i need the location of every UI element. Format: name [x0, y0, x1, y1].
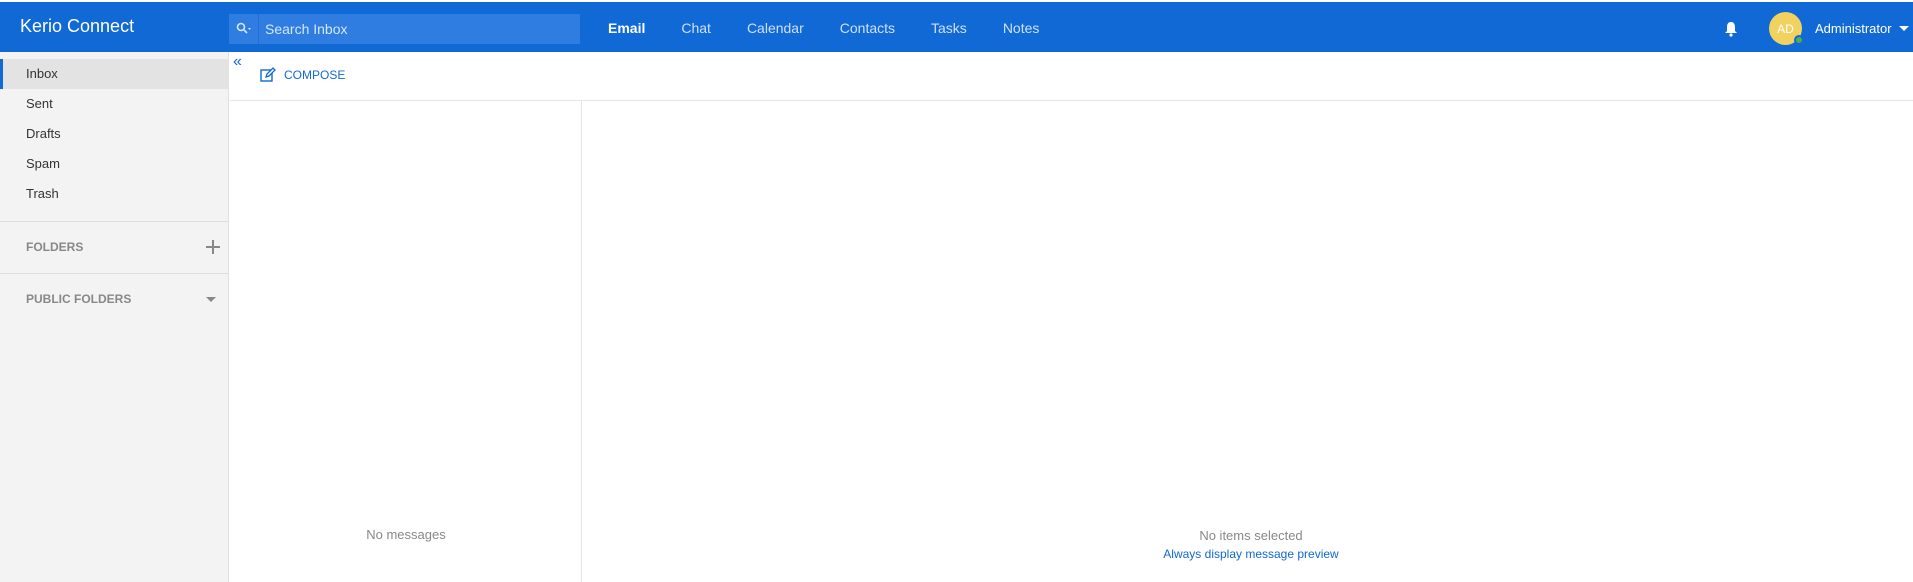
compose-button[interactable]: COMPOSE [260, 67, 345, 83]
compose-icon [260, 67, 276, 82]
avatar[interactable]: AD [1769, 12, 1804, 45]
user-name: Administrator [1815, 21, 1892, 36]
nav-calendar[interactable]: Calendar [747, 20, 804, 36]
sidebar-item-trash[interactable]: Trash [0, 179, 228, 209]
public-folders-section[interactable]: PUBLIC FOLDERS [0, 273, 228, 324]
user-menu[interactable]: Administrator [1815, 21, 1909, 36]
empty-message-list-text: No messages [366, 527, 446, 542]
search-box[interactable] [229, 14, 580, 44]
public-folders-heading: PUBLIC FOLDERS [26, 292, 132, 306]
mail-folders: Inbox Sent Drafts Spam Trash [0, 52, 228, 209]
app-title: Kerio Connect [20, 16, 135, 36]
chevron-down-icon[interactable] [206, 297, 216, 302]
folders-section: FOLDERS [0, 222, 228, 273]
compose-label: COMPOSE [284, 68, 346, 82]
add-folder-icon[interactable] [206, 240, 220, 254]
search-icon[interactable] [229, 14, 259, 44]
sidebar-item-spam[interactable]: Spam [0, 149, 228, 179]
toolbar: COMPOSE [230, 52, 1913, 101]
nav-tasks[interactable]: Tasks [931, 20, 967, 36]
bell-icon[interactable] [1724, 21, 1738, 37]
nav-notes[interactable]: Notes [1003, 20, 1040, 36]
always-display-preview-link[interactable]: Always display message preview [582, 547, 1913, 561]
preview-pane: No items selected Always display message… [582, 101, 1913, 582]
avatar-initials: AD [1777, 21, 1794, 36]
collapse-sidebar-icon[interactable]: « [233, 53, 242, 71]
folders-heading: FOLDERS [26, 240, 84, 254]
top-bar: Kerio Connect Email Chat Calendar Contac… [0, 0, 1913, 52]
online-status-icon [1794, 35, 1804, 45]
chevron-down-icon [1898, 26, 1909, 31]
search-input[interactable] [259, 14, 580, 44]
message-list: No messages [230, 101, 582, 582]
sidebar-item-sent[interactable]: Sent [0, 89, 228, 119]
nav-contacts[interactable]: Contacts [840, 20, 895, 36]
nav-email[interactable]: Email [608, 20, 645, 36]
sidebar: Inbox Sent Drafts Spam Trash FOLDERS PUB… [0, 52, 229, 582]
no-items-text: No items selected [1199, 528, 1303, 543]
main-nav: Email Chat Calendar Contacts Tasks Notes [590, 2, 1057, 54]
sidebar-item-drafts[interactable]: Drafts [0, 119, 228, 149]
sidebar-item-inbox[interactable]: Inbox [0, 59, 228, 89]
nav-chat[interactable]: Chat [681, 20, 711, 36]
